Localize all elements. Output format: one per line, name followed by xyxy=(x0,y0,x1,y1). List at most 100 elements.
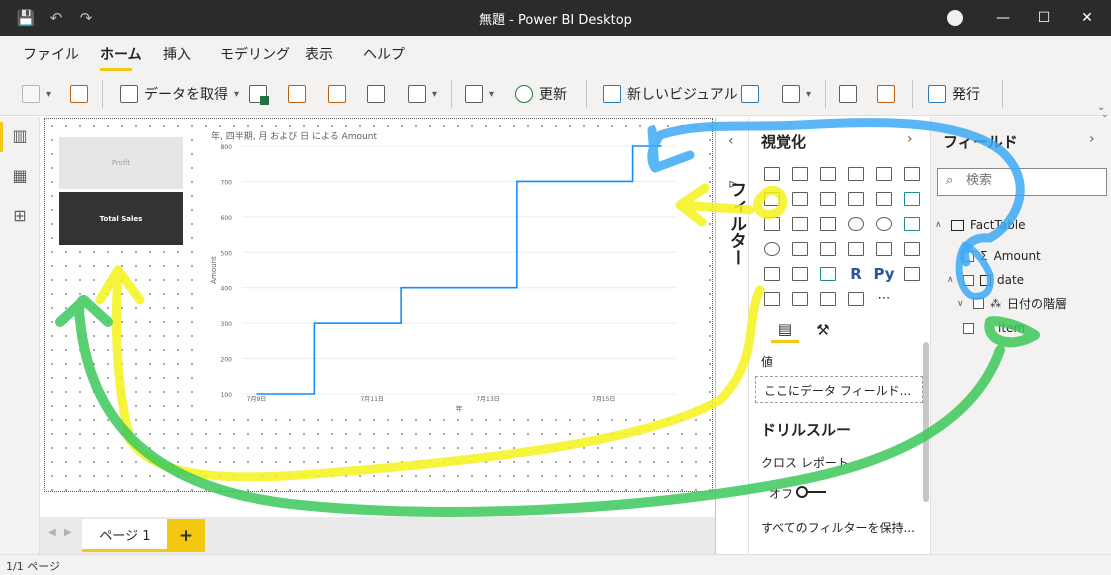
checkbox[interactable] xyxy=(963,274,974,286)
publish-button[interactable]: 発行 xyxy=(928,82,980,106)
recent-sources-button[interactable]: ▾ xyxy=(408,82,437,106)
scatter-icon[interactable] xyxy=(814,211,842,236)
tab-home[interactable]: ホーム xyxy=(100,44,142,64)
map-icon[interactable] xyxy=(758,236,786,261)
donut-chart-icon[interactable] xyxy=(870,211,898,236)
checkbox[interactable] xyxy=(963,322,974,334)
quick-measure-button[interactable] xyxy=(877,82,895,106)
visualizations-title: 視覚化 xyxy=(761,133,807,151)
get-data-button[interactable]: データを取得 ▾ xyxy=(120,82,239,106)
tab-help[interactable]: ヘルプ xyxy=(363,44,405,64)
r-script-icon[interactable]: R xyxy=(842,261,870,286)
area-chart-icon[interactable] xyxy=(786,186,814,211)
report-view-icon[interactable]: ▥ xyxy=(0,120,40,150)
format-tab-paint-roller-icon[interactable]: ⚒ xyxy=(809,317,837,343)
cross-report-toggle[interactable] xyxy=(796,486,826,498)
text-box-button[interactable] xyxy=(741,82,759,106)
refresh-button[interactable]: 更新 xyxy=(515,82,567,106)
treemap-icon[interactable] xyxy=(898,211,926,236)
field-date[interactable]: ∧ date xyxy=(947,273,1024,287)
line-column-icon[interactable] xyxy=(842,186,870,211)
maximize-button[interactable]: ☐ xyxy=(1032,6,1056,30)
slicer-icon[interactable] xyxy=(758,261,786,286)
key-influencers-icon[interactable] xyxy=(898,261,926,286)
dataflow-button[interactable] xyxy=(328,82,346,106)
ribbon-chart-icon[interactable] xyxy=(898,186,926,211)
new-measure-button[interactable] xyxy=(839,82,857,106)
stacked-bar-100-icon[interactable] xyxy=(870,161,898,186)
tab-file[interactable]: ファイル xyxy=(23,44,79,64)
fields-well-tab[interactable]: ▤ xyxy=(771,317,799,343)
window-title: 無題 - Power BI Desktop xyxy=(479,13,632,28)
line-clustered-column-icon[interactable] xyxy=(870,186,898,211)
qa-icon[interactable] xyxy=(786,286,814,311)
field-search-box[interactable]: ⌕ xyxy=(937,168,1107,196)
minimize-button[interactable]: — xyxy=(991,6,1015,30)
clustered-column-icon[interactable] xyxy=(842,161,870,186)
add-page-button[interactable]: + xyxy=(167,519,205,552)
tab-modeling[interactable]: モデリング xyxy=(220,44,290,64)
python-script-icon[interactable]: Py xyxy=(870,261,898,286)
checkbox[interactable] xyxy=(963,250,974,262)
profile-avatar[interactable] xyxy=(947,10,963,26)
filled-map-icon[interactable] xyxy=(786,236,814,261)
line-chart-visual[interactable]: 年, 四半期, 月 および 日 による Amount 100 200 300 400 5… xyxy=(200,127,700,417)
dataset-button[interactable] xyxy=(288,82,306,106)
field-amount[interactable]: Σ Amount xyxy=(963,249,1041,263)
more-visuals-icon[interactable]: ⋯ xyxy=(870,286,898,311)
close-button[interactable]: ✕ xyxy=(1075,6,1099,30)
stacked-column-100-icon[interactable] xyxy=(898,161,926,186)
format-painter-button[interactable] xyxy=(70,82,88,106)
page-next-icon[interactable]: ▶ xyxy=(64,527,72,538)
page-prev-icon[interactable]: ◀ xyxy=(48,527,56,538)
line-chart-icon[interactable] xyxy=(758,186,786,211)
kpi-icon[interactable] xyxy=(898,236,926,261)
table-visual-icon[interactable] xyxy=(786,261,814,286)
chevron-down-icon: ▾ xyxy=(432,88,438,100)
tab-insert[interactable]: 挿入 xyxy=(163,44,191,64)
calendar-icon xyxy=(980,274,991,286)
hierarchy-icon: ⁂ xyxy=(990,297,1001,310)
data-view-icon[interactable]: ▦ xyxy=(0,160,40,190)
filters-pane-collapsed[interactable]: ‹ ⊳ フィルター xyxy=(715,117,748,554)
stacked-area-icon[interactable] xyxy=(814,186,842,211)
tab-view[interactable]: 表示 xyxy=(305,44,333,64)
new-visual-button[interactable]: 新しいビジュアル xyxy=(603,82,738,106)
values-drop-zone[interactable]: ここにデータ フィールド... xyxy=(755,376,923,403)
visualizations-scrollbar[interactable] xyxy=(923,342,929,502)
page-tab-1[interactable]: ページ 1 xyxy=(82,519,168,552)
excel-button[interactable] xyxy=(249,82,269,106)
quick-measure-icon xyxy=(877,85,895,103)
clustered-bar-icon[interactable] xyxy=(814,161,842,186)
stacked-bar-icon[interactable] xyxy=(758,161,786,186)
arcgis-icon[interactable] xyxy=(842,286,870,311)
gauge-icon[interactable] xyxy=(814,236,842,261)
y-tick-label: 700 xyxy=(221,179,233,186)
decomposition-tree-icon[interactable] xyxy=(758,286,786,311)
model-view-icon[interactable]: ⊞ xyxy=(0,200,40,230)
field-date-hierarchy[interactable]: ∨ ⁂ 日付の階層 xyxy=(957,295,1067,312)
waterfall-icon[interactable] xyxy=(758,211,786,236)
funnel-icon[interactable] xyxy=(786,211,814,236)
more-visuals-button[interactable]: ▾ xyxy=(782,82,811,106)
pie-chart-icon[interactable] xyxy=(842,211,870,236)
checkbox[interactable] xyxy=(973,298,984,309)
smart-narrative-icon[interactable] xyxy=(814,286,842,311)
stacked-column-icon[interactable] xyxy=(786,161,814,186)
chevron-right-icon[interactable]: › xyxy=(907,131,913,147)
active-tab-indicator xyxy=(100,68,132,71)
chevron-down-icon[interactable]: ⌄ xyxy=(1101,110,1109,120)
chevron-right-icon[interactable]: › xyxy=(1089,131,1095,147)
table-facttable[interactable]: ∧ FactTable xyxy=(935,218,1026,232)
paste-button[interactable]: ▾ xyxy=(22,82,51,106)
matrix-icon[interactable] xyxy=(814,261,842,286)
field-item[interactable]: item xyxy=(963,321,1025,335)
search-input[interactable] xyxy=(966,173,1101,188)
card-icon[interactable] xyxy=(842,236,870,261)
multi-row-card-icon[interactable] xyxy=(870,236,898,261)
transform-data-button[interactable]: ▾ xyxy=(465,82,494,106)
chevron-left-icon[interactable]: ‹ xyxy=(728,133,734,149)
total-sales-card[interactable]: Total Sales xyxy=(59,192,183,245)
enter-data-button[interactable] xyxy=(367,82,385,106)
profit-card[interactable]: Profit xyxy=(59,137,183,189)
